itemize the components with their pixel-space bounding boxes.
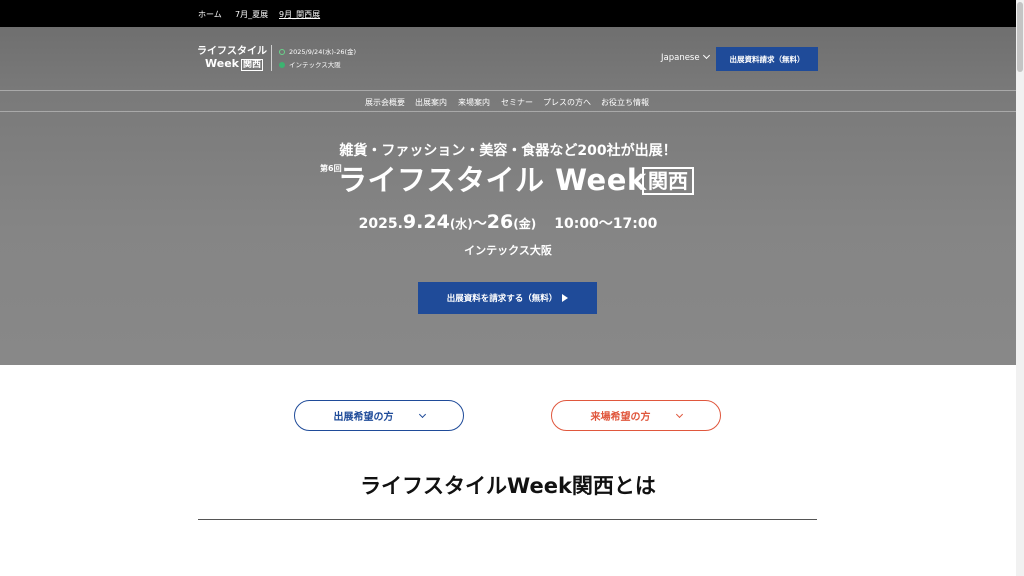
nav-item-useful-info[interactable]: お役立ち情報 [601, 97, 649, 108]
date-end: 26 [486, 211, 514, 233]
hero-region-box: 関西 [642, 167, 694, 195]
date-weekday-start: (水) [449, 217, 473, 231]
nav-divider-bottom [0, 111, 1016, 112]
topbar-link-kansai-show[interactable]: 9月_関西展 [279, 9, 320, 20]
location-pin-icon [279, 62, 285, 68]
logo-region-box: 関西 [240, 59, 263, 71]
header-divider [271, 45, 272, 71]
nav-item-press[interactable]: プレスの方へ [543, 97, 591, 108]
logo-text-line1: ライフスタイル [197, 46, 267, 57]
event-time: 10:00〜17:00 [554, 216, 658, 232]
chevron-down-icon [675, 410, 683, 418]
date-weekday-end: (金) [513, 217, 537, 231]
nav-item-seminar[interactable]: セミナー [501, 97, 533, 108]
event-info: 2025/9/24(水)-26(金) インテックス大阪 [279, 46, 356, 72]
logo-text-line2: Week 関西 [197, 57, 267, 71]
nav-item-overview[interactable]: 展示会概要 [365, 97, 405, 108]
exhibitor-dropdown-button[interactable]: 出展希望の方 [294, 400, 464, 431]
scrollbar-track[interactable] [1016, 0, 1024, 576]
about-divider [198, 519, 817, 520]
about-section-title: ライフスタイルWeek関西とは [360, 474, 656, 498]
event-date: 2025/9/24(水)-26(金) [289, 48, 357, 56]
hero-cta-label: 出展資料を請求する（無料） [446, 294, 558, 304]
event-date-row: 2025/9/24(水)-26(金) [279, 46, 356, 59]
header-request-materials-button[interactable]: 出展資料請求（無料） [716, 47, 818, 71]
hero-subtitle: 雑貨・ファッション・美容・食器など200社が出展！ [339, 143, 677, 159]
hero-title: ライフスタイル Week [338, 163, 647, 197]
hero-edition: 第6回 [320, 164, 342, 173]
exhibitor-label: 出展希望の方 [333, 412, 394, 423]
event-venue: インテックス大阪 [289, 61, 341, 69]
calendar-icon [279, 49, 285, 55]
event-venue-row: インテックス大阪 [279, 59, 356, 72]
topbar-link-home[interactable]: ホーム [198, 9, 222, 20]
date-tilde: 〜 [472, 216, 487, 232]
nav-item-exhibit-info[interactable]: 出展案内 [415, 97, 447, 108]
logo-week-text: Week [205, 57, 239, 70]
play-arrow-icon [562, 294, 569, 302]
date-start: 9.24 [402, 211, 450, 233]
top-utility-bar: ホーム 7月_夏展 9月_関西展 [0, 0, 1016, 27]
hero-date: 2025.9.24(水)〜26(金) 10:00〜17:00 [0, 211, 1016, 233]
chevron-down-icon [418, 410, 426, 418]
hero-venue: インテックス大阪 [464, 244, 552, 257]
nav-item-visit-info[interactable]: 来場案内 [458, 97, 490, 108]
language-selector[interactable]: Japanese [661, 51, 710, 63]
date-year: 2025. [358, 216, 403, 232]
visitor-dropdown-button[interactable]: 来場希望の方 [551, 400, 721, 431]
topbar-link-summer-show[interactable]: 7月_夏展 [235, 9, 268, 20]
visitor-label: 来場希望の方 [590, 412, 651, 423]
site-logo[interactable]: ライフスタイル Week 関西 [197, 46, 267, 71]
scrollbar-thumb[interactable] [1017, 2, 1023, 72]
nav-divider-top [0, 90, 1016, 91]
hero-request-materials-button[interactable]: 出展資料を請求する（無料） [418, 282, 597, 314]
chevron-down-icon [702, 51, 710, 60]
language-label: Japanese [661, 53, 700, 63]
